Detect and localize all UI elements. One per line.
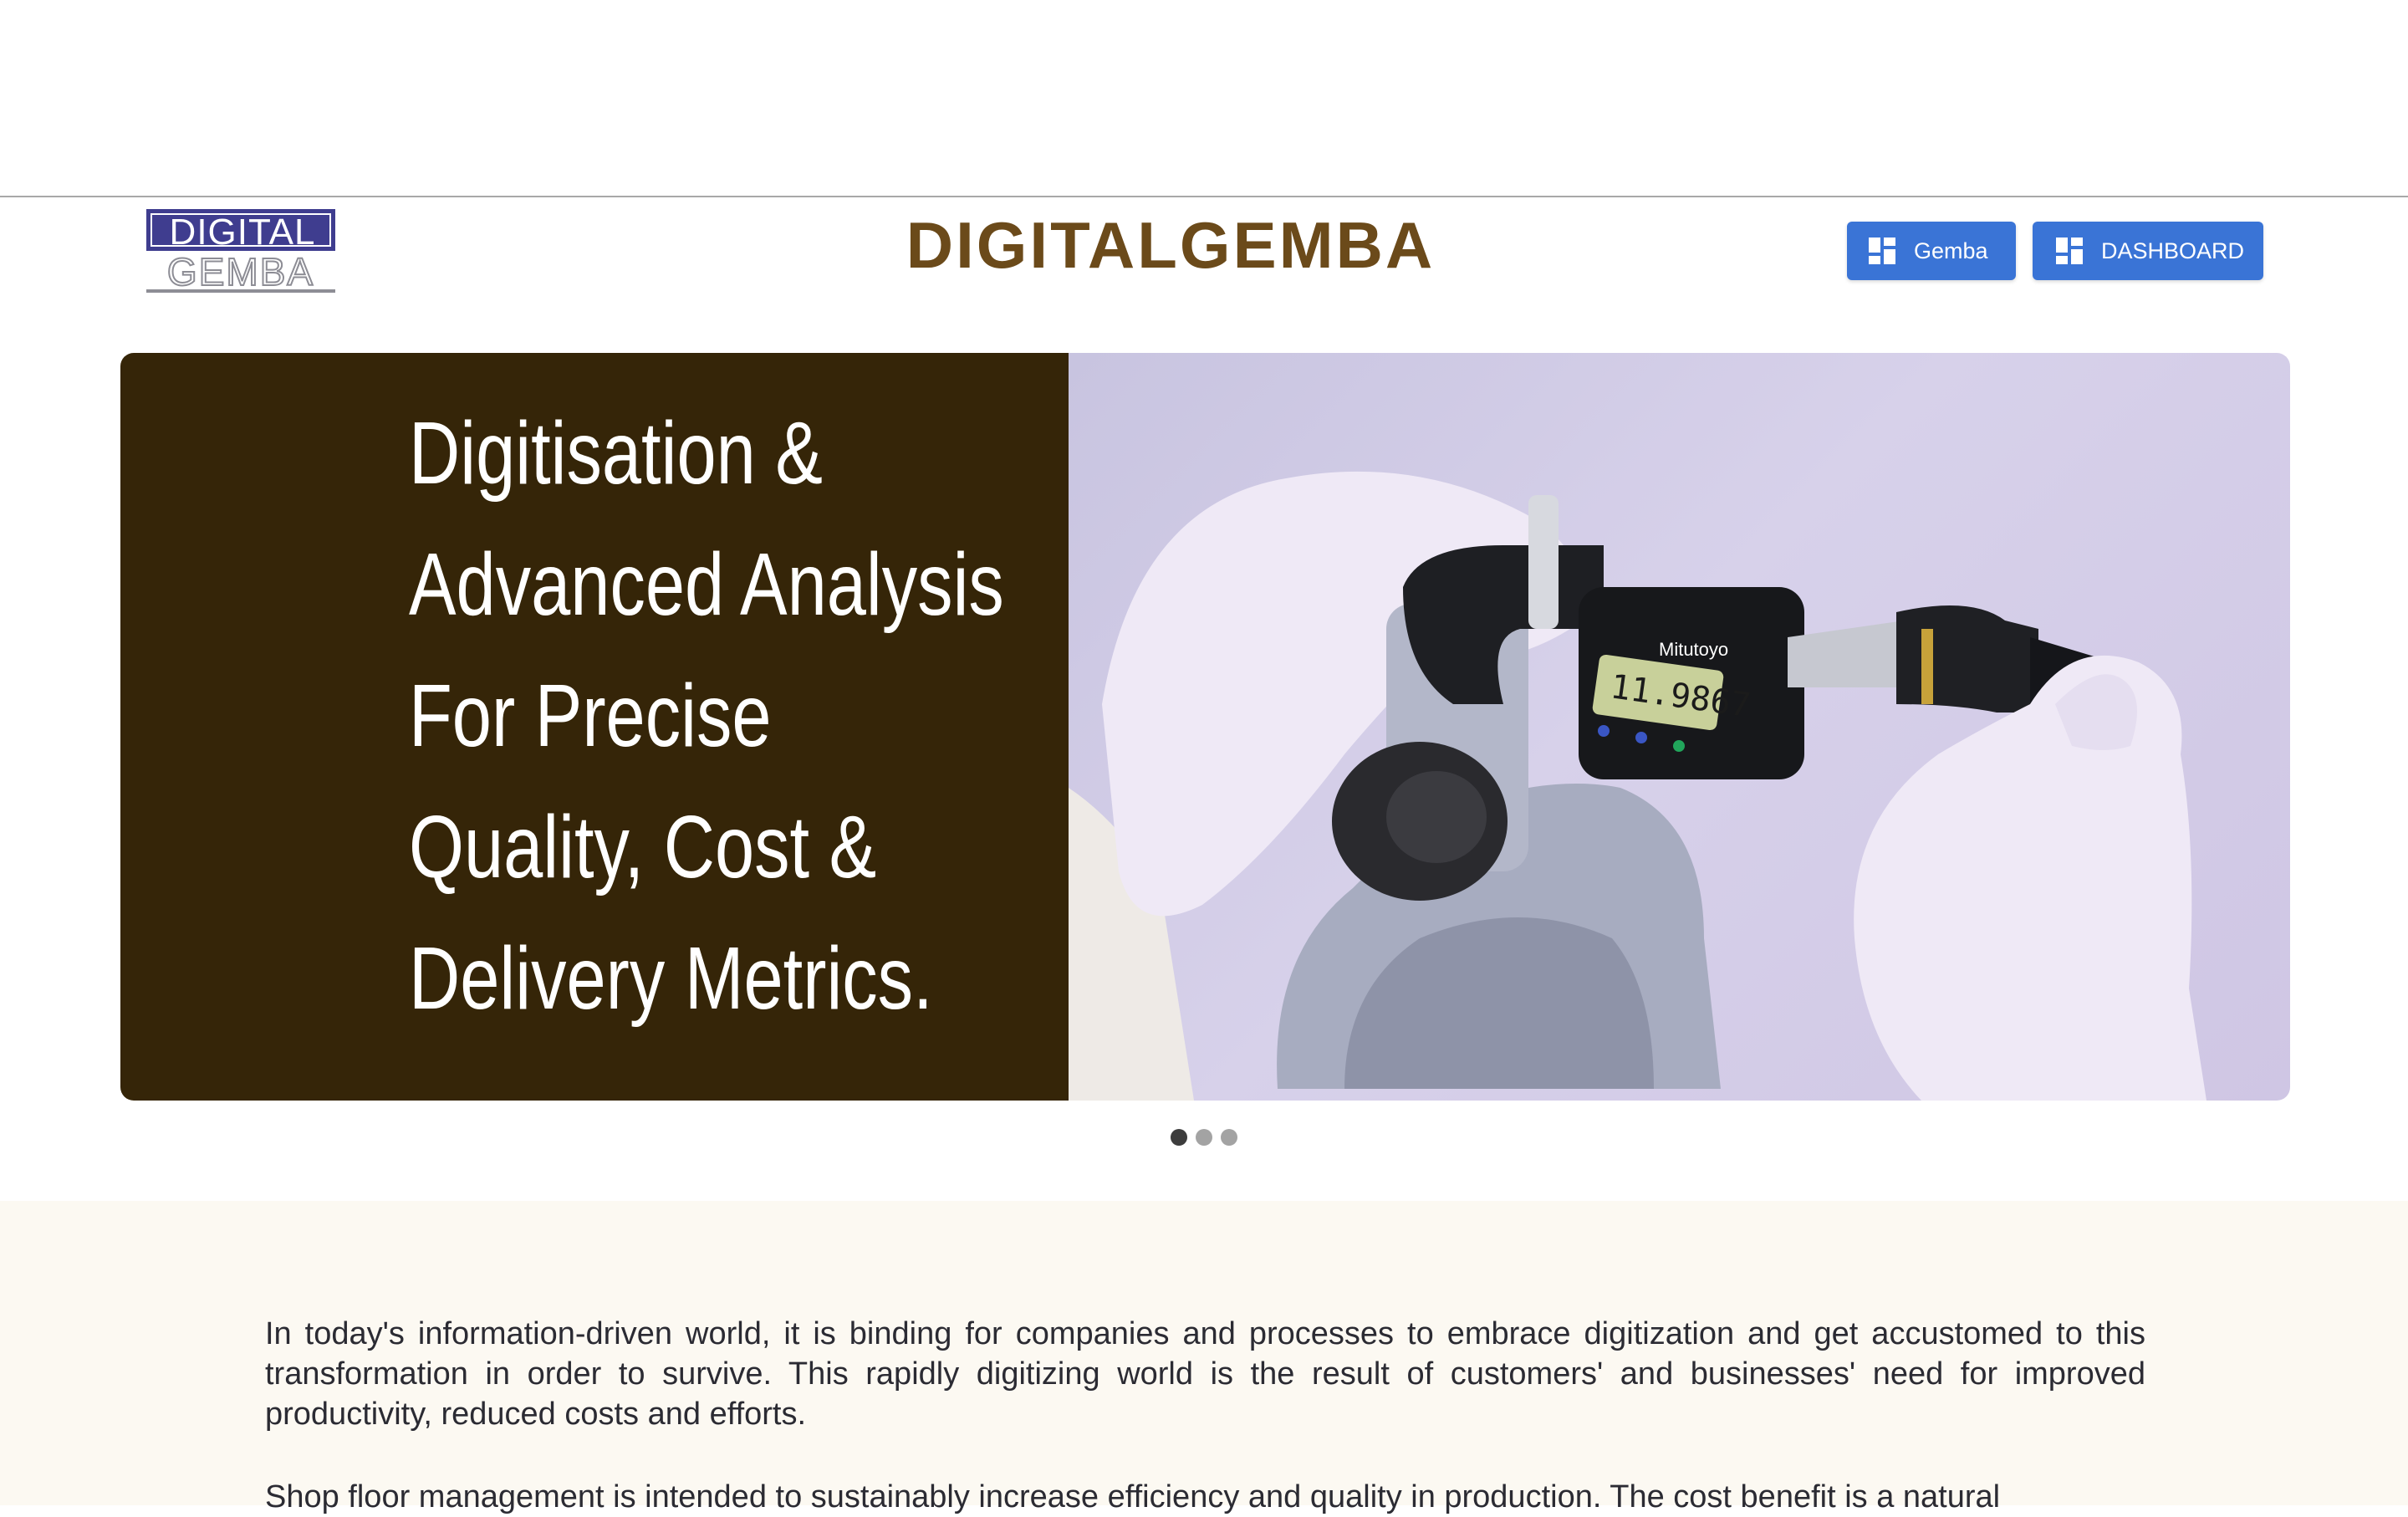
browser-top-bar — [0, 0, 2408, 197]
hero-line: Advanced Analysis — [409, 535, 1004, 634]
gemba-button[interactable]: Gemba — [1847, 222, 2016, 280]
micrometer-illustration: Mitutoyo 11.9867 — [1069, 471, 2206, 1101]
site-title: DIGITALGEMBA — [906, 208, 1436, 282]
carousel-indicators — [1171, 1129, 1237, 1149]
hero-carousel[interactable]: Digitisation & Advanced Analysis For Pre… — [120, 353, 2290, 1101]
logo-bottom-text: GEMBA — [166, 250, 315, 294]
logo-top-block: DIGITAL — [146, 209, 335, 251]
carousel-dot-2[interactable] — [1196, 1129, 1212, 1146]
anvil-rod — [1528, 495, 1559, 629]
dashboard-button[interactable]: DASHBOARD — [2033, 222, 2263, 280]
hero-text-panel: Digitisation & Advanced Analysis For Pre… — [120, 353, 1069, 1101]
carousel-dot-1[interactable] — [1171, 1129, 1187, 1146]
digitalgemba-logo[interactable]: DIGITAL GEMBA — [146, 209, 335, 293]
micrometer-thimble — [1896, 605, 2038, 713]
logo-top-text: DIGITAL — [169, 212, 316, 253]
micrometer-sleeve — [1788, 621, 1905, 687]
hero-line: Digitisation & — [409, 404, 823, 503]
intro-paragraph: Shop floor management is intended to sus… — [265, 1479, 2001, 1514]
intro-section: In today's information-driven world, it … — [0, 1201, 2408, 1514]
dashboard-icon — [1869, 238, 1895, 264]
logo-bottom-block: GEMBA — [146, 251, 335, 293]
intro-paragraph: In today's information-driven world, it … — [265, 1316, 2145, 1432]
micrometer-brand: Mitutoyo — [1659, 639, 1728, 660]
hero-line: Quality, Cost & — [409, 798, 877, 896]
hero-line: For Precise — [409, 667, 772, 765]
dashboard-button-label: DASHBOARD — [2101, 238, 2245, 263]
dashboard-icon — [2056, 238, 2083, 264]
right-glove — [1854, 655, 2206, 1101]
carousel-dot-3[interactable] — [1221, 1129, 1237, 1146]
hero-line: Delivery Metrics. — [409, 929, 933, 1028]
micrometer-photo: Mitutoyo 11.9867 — [1069, 353, 2290, 1101]
gemba-button-label: Gemba — [1914, 238, 1988, 263]
